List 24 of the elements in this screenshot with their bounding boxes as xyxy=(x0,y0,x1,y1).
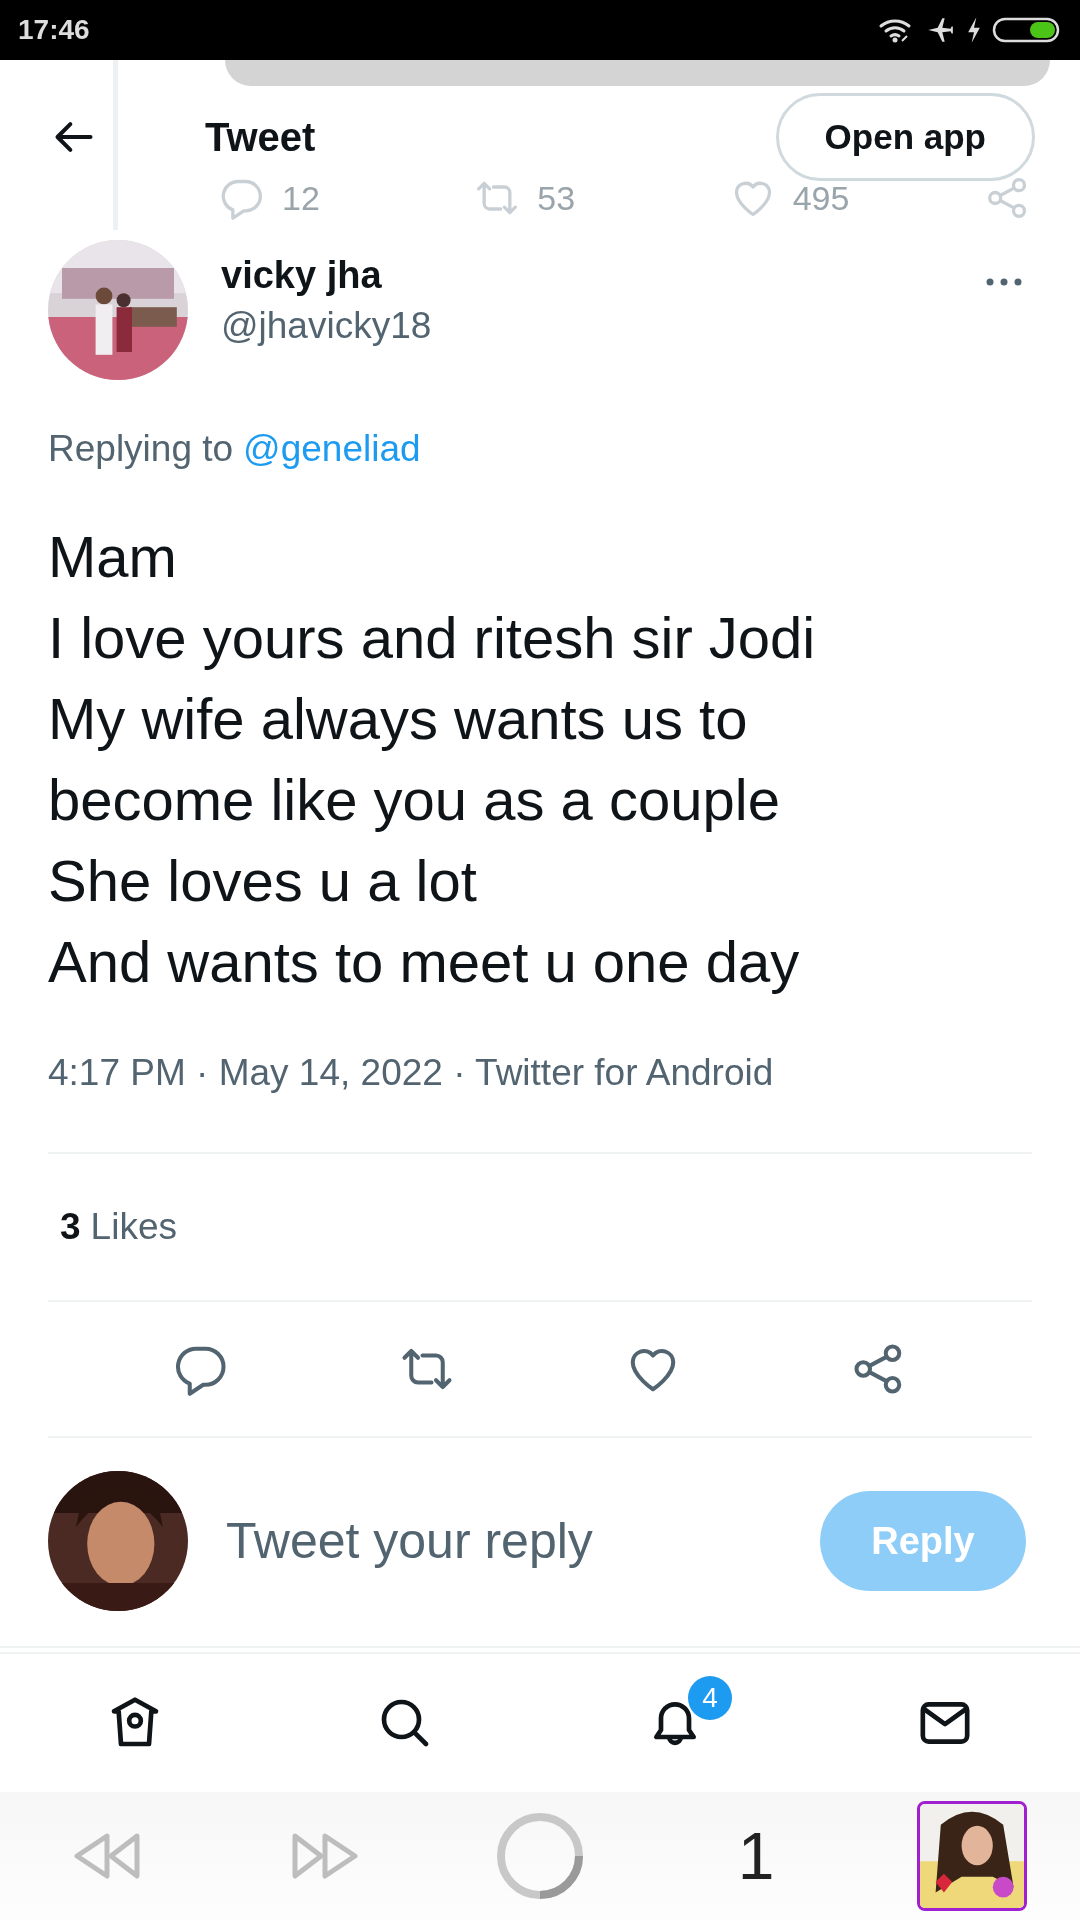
action-count: 495 xyxy=(792,178,850,218)
replying-label: Replying to xyxy=(48,428,234,470)
tweet-text: become like you as a couple xyxy=(48,766,781,834)
notification-badge: 4 xyxy=(688,1676,732,1720)
author-handle[interactable]: @jhavicky18 xyxy=(221,305,984,347)
action-count: 12 xyxy=(282,178,320,218)
tweet-timestamp: 4:17 PM · May 14, 2022 · Twitter for Android xyxy=(48,1052,775,1094)
tweet-text: Mam xyxy=(48,523,178,591)
tab-count[interactable]: 1 xyxy=(737,1818,775,1894)
action-count: 53 xyxy=(537,178,576,218)
battery-icon xyxy=(992,16,1062,44)
clock-time: 17:46 xyxy=(18,14,90,46)
likes-label[interactable]: Likes xyxy=(90,1206,177,1248)
tweet-text: My wife always wants us to xyxy=(48,685,749,753)
tweet-text: She loves u a lot xyxy=(48,847,478,915)
loading-ring-icon xyxy=(495,1811,585,1901)
more-options-icon[interactable] xyxy=(984,276,1024,288)
tweet-text: And wants to meet u one day xyxy=(48,928,801,996)
page-title: Tweet xyxy=(205,114,316,160)
tweet-text: I love yours and ritesh sir Jodi xyxy=(48,604,817,672)
open-app-button[interactable]: Open app xyxy=(775,93,1035,181)
lightning-icon xyxy=(966,16,982,44)
likes-count[interactable]: 3 xyxy=(60,1206,81,1248)
author-name[interactable]: vicky jha xyxy=(221,254,984,297)
